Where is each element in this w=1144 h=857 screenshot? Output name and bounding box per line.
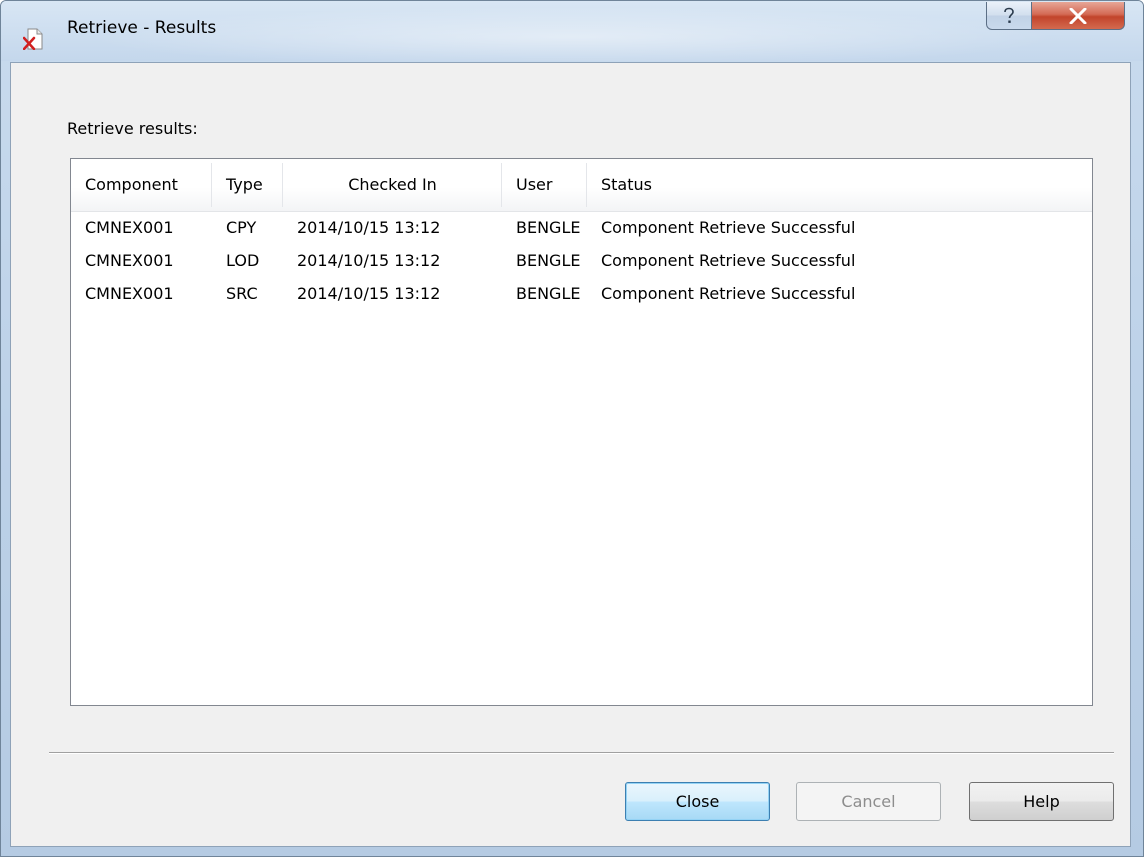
retrieve-results-dialog: Retrieve - Results Retrieve results: Com… bbox=[0, 0, 1144, 857]
cell-component: CMNEX001 bbox=[85, 284, 174, 303]
retrieve-document-icon bbox=[22, 28, 45, 51]
column-header-component[interactable]: Component bbox=[71, 159, 212, 211]
close-button[interactable]: Close bbox=[625, 782, 770, 821]
cell-user: BENGLE bbox=[516, 218, 581, 237]
button-separator bbox=[49, 752, 1114, 754]
table-row[interactable]: CMNEX001 SRC 2014/10/15 13:12 BENGLE Com… bbox=[71, 277, 1092, 310]
window-title: Retrieve - Results bbox=[67, 18, 217, 38]
cell-status: Component Retrieve Successful bbox=[601, 218, 856, 237]
cell-status: Component Retrieve Successful bbox=[601, 284, 856, 303]
table-row[interactable]: CMNEX001 LOD 2014/10/15 13:12 BENGLE Com… bbox=[71, 244, 1092, 277]
cell-user: BENGLE bbox=[516, 251, 581, 270]
cell-checked-in: 2014/10/15 13:12 bbox=[297, 218, 441, 237]
column-header-type[interactable]: Type bbox=[212, 159, 283, 211]
title-bar: Retrieve - Results bbox=[1, 1, 1143, 61]
cell-checked-in: 2014/10/15 13:12 bbox=[297, 251, 441, 270]
cell-type: SRC bbox=[226, 284, 258, 303]
column-header-user[interactable]: User bbox=[502, 159, 587, 211]
cell-component: CMNEX001 bbox=[85, 251, 174, 270]
help-button[interactable]: Help bbox=[969, 782, 1114, 821]
help-title-button[interactable] bbox=[986, 2, 1032, 30]
cell-type: CPY bbox=[226, 218, 257, 237]
cell-user: BENGLE bbox=[516, 284, 581, 303]
results-table[interactable]: Component Type Checked In User Status CM… bbox=[70, 158, 1093, 706]
column-header-status[interactable]: Status bbox=[587, 159, 1092, 211]
close-window-button[interactable] bbox=[1031, 2, 1125, 30]
cell-checked-in: 2014/10/15 13:12 bbox=[297, 284, 441, 303]
table-row[interactable]: CMNEX001 CPY 2014/10/15 13:12 BENGLE Com… bbox=[71, 211, 1092, 244]
cell-status: Component Retrieve Successful bbox=[601, 251, 856, 270]
table-header: Component Type Checked In User Status bbox=[71, 159, 1092, 212]
cell-component: CMNEX001 bbox=[85, 218, 174, 237]
cancel-button[interactable]: Cancel bbox=[796, 782, 941, 821]
section-label: Retrieve results: bbox=[67, 119, 198, 138]
dialog-body: Retrieve results: Component Type Checked… bbox=[10, 62, 1131, 847]
column-header-checked-in[interactable]: Checked In bbox=[283, 159, 502, 211]
cell-type: LOD bbox=[226, 251, 260, 270]
